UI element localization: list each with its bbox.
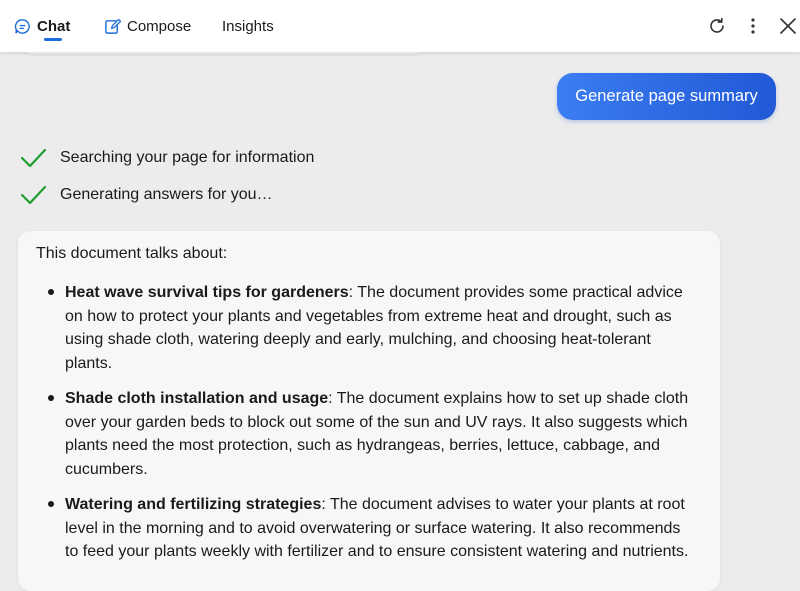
response-bullet: Heat wave survival tips for gardeners: T… [48,281,698,375]
more-options-button[interactable] [741,14,765,38]
status-text: Searching your page for information [60,149,315,166]
tab-compose[interactable]: Compose [104,0,191,52]
status-item-generating: Generating answers for you… [20,181,273,209]
response-card: This document talks about: Heat wave sur… [18,231,720,591]
active-tab-indicator [44,38,62,41]
tab-insights[interactable]: Insights [222,0,274,52]
refresh-button[interactable] [705,14,729,38]
user-message-text: Generate page summary [575,87,758,105]
response-bullet: Shade cloth installation and usage: The … [48,387,698,481]
close-button[interactable] [776,14,800,38]
tab-chat[interactable]: Chat [14,0,70,52]
status-item-searching: Searching your page for information [20,144,314,172]
tab-insights-label: Insights [222,17,274,35]
close-icon [780,18,796,34]
top-bar: Chat Compose Insights [0,0,800,52]
chat-bubble-icon [14,18,30,34]
user-message-generate-summary[interactable]: Generate page summary [557,73,776,120]
more-vertical-icon [751,18,755,34]
tab-compose-label: Compose [127,17,192,35]
bullet-title: Heat wave survival tips for gardeners [65,284,349,301]
compose-icon [105,18,121,34]
bullet-title: Watering and fertilizing strategies [65,496,322,513]
status-text: Generating answers for you… [60,186,273,203]
response-bullet-list: Heat wave survival tips for gardeners: T… [48,281,698,576]
bullet-title: Shade cloth installation and usage [65,390,329,407]
response-intro: This document talks about: [36,245,228,262]
refresh-icon [710,17,724,33]
check-icon [20,148,47,168]
check-icon [20,185,47,205]
response-bullet: Watering and fertilizing strategies: The… [48,493,698,564]
tab-chat-label: Chat [37,17,71,35]
